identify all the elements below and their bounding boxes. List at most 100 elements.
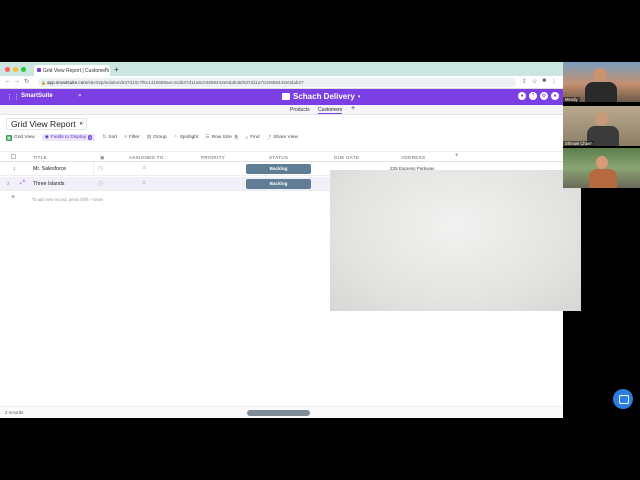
- forward-icon[interactable]: →: [14, 78, 20, 84]
- avatar[interactable]: ●: [551, 92, 559, 100]
- sort-icon: ⇅: [102, 135, 107, 140]
- help-icon[interactable]: ?: [529, 92, 537, 100]
- notifications-icon[interactable]: ●: [518, 92, 526, 100]
- find-button[interactable]: ⌕ Find: [246, 135, 260, 141]
- favicon-icon: [37, 68, 41, 72]
- column-address[interactable]: ADDRESS: [401, 155, 425, 160]
- browser-tab[interactable]: Grid View Report | Customers ×: [34, 65, 110, 76]
- group-button[interactable]: ▤ Group: [147, 135, 167, 140]
- brand-logo[interactable]: SmartSuite: [21, 93, 53, 99]
- column-due-date[interactable]: DUE DATE: [334, 155, 359, 160]
- spotlight-button[interactable]: ✧ Spotlight: [174, 135, 199, 140]
- spotlight-label: Spotlight: [179, 135, 199, 140]
- workspace-title[interactable]: Schach Delivery ▾: [282, 92, 360, 101]
- workspace-icon: [282, 93, 290, 100]
- tab-bar: Grid View Report | Customers × +: [0, 62, 563, 76]
- participant-name: Shmuel Chaim: [563, 141, 595, 146]
- status-badge[interactable]: Backlog: [246, 164, 311, 174]
- fields-label: Fields to Display: [50, 135, 87, 140]
- column-status[interactable]: STATUS: [269, 155, 288, 160]
- bookmark-star-icon[interactable]: ☆: [532, 78, 537, 85]
- column-priority[interactable]: PRIORITY: [201, 155, 225, 160]
- back-icon[interactable]: ←: [5, 78, 11, 84]
- share-view-label: Share View: [273, 135, 298, 140]
- status-badge[interactable]: Backlog: [246, 179, 311, 189]
- group-label: Group: [153, 135, 167, 140]
- row-size-button[interactable]: ☰ Row Size 5: [205, 135, 239, 140]
- row-number: 2: [7, 181, 10, 186]
- video-tile: [563, 148, 640, 188]
- eye-icon: ◉: [44, 135, 49, 140]
- group-icon: ▤: [146, 135, 152, 140]
- select-all-checkbox[interactable]: [11, 154, 16, 159]
- horizontal-scrollbar[interactable]: [247, 410, 310, 416]
- find-icon: ⌕: [245, 135, 249, 141]
- column-assigned-to[interactable]: ASSIGNED TO: [129, 155, 164, 160]
- share-icon[interactable]: ⇪: [522, 78, 527, 85]
- clock-icon: ◷: [98, 166, 104, 172]
- lock-icon: 🔒: [41, 80, 46, 85]
- sort-label: Sort: [108, 135, 118, 140]
- maximize-window-dot[interactable]: [21, 67, 26, 72]
- user-icon[interactable]: ♙: [142, 165, 146, 171]
- row-size-value: 5: [233, 135, 239, 140]
- share-view-button[interactable]: ⤴ Share View: [267, 134, 298, 141]
- video-tile: Shmuel Chaim: [563, 106, 640, 146]
- url-input[interactable]: 🔒 app.smartsuite.com/s5e32p/solution/637…: [38, 78, 516, 87]
- filter-icon: ≡: [124, 135, 127, 140]
- row-title[interactable]: Three Islands: [33, 181, 64, 187]
- row-size-label: Row Size: [211, 135, 232, 140]
- tab-products[interactable]: Products: [290, 107, 310, 113]
- row-title[interactable]: Mr. Salesforce: [33, 166, 66, 172]
- filter-button[interactable]: ≡ Filter: [124, 135, 139, 140]
- participant-face: [593, 68, 607, 82]
- grid-footer: 2 records: [0, 406, 563, 418]
- participant-body: [585, 82, 617, 102]
- add-column-button[interactable]: +: [455, 153, 459, 159]
- filter-label: Filter: [129, 135, 140, 140]
- workspace-name: Schach Delivery: [293, 92, 355, 101]
- reload-icon[interactable]: ↻: [24, 78, 29, 85]
- apps-grid-icon[interactable]: ⋮⋮: [6, 93, 20, 101]
- close-window-dot[interactable]: [5, 67, 10, 72]
- participant-face: [596, 156, 608, 169]
- row-size-icon: ☰: [205, 135, 210, 140]
- grid-view-icon: ▦: [6, 134, 12, 141]
- sort-button[interactable]: ⇅ Sort: [102, 135, 117, 140]
- share-icon: ⤴: [266, 136, 272, 141]
- spotlight-icon: ✧: [173, 135, 178, 140]
- search-icon[interactable]: ⌕: [78, 92, 82, 100]
- chat-support-button[interactable]: [613, 389, 633, 409]
- url-path: /s5e32p/solution/637d10c7f6c1410689aec4c…: [87, 80, 304, 85]
- new-tab-button[interactable]: +: [114, 65, 119, 74]
- fields-count-badge: 9: [88, 135, 93, 140]
- add-table-button[interactable]: +: [351, 105, 355, 112]
- record-count: 2 records: [5, 410, 24, 415]
- participant-face: [595, 111, 609, 126]
- settings-icon[interactable]: ⚙: [540, 92, 548, 100]
- column-title[interactable]: TITLE: [33, 155, 47, 160]
- add-record-hint: To add new record, press Shift + Enter: [32, 197, 104, 202]
- grid-header: TITLE ▣ ASSIGNED TO PRIORITY STATUS DUE …: [0, 151, 563, 162]
- tab-customers[interactable]: Customers: [318, 107, 343, 114]
- participant-name: Mendy: [563, 97, 580, 102]
- add-record-button[interactable]: +: [11, 194, 15, 201]
- video-tile: Mendy: [563, 62, 640, 102]
- extensions-icon[interactable]: ■: [542, 78, 546, 85]
- app-header: ⋮⋮ SmartSuite ⌕ Schach Delivery ▾ ● ? ⚙ …: [0, 89, 563, 105]
- minimize-window-dot[interactable]: [13, 67, 18, 72]
- tab-title: Grid View Report | Customers: [43, 68, 110, 74]
- find-label: Find: [250, 135, 260, 140]
- pin-icon[interactable]: ⚲: [80, 120, 84, 127]
- fields-to-display-button[interactable]: ◉ Fields to Display 9: [41, 134, 96, 141]
- grid-view-button[interactable]: ▦ Grid View: [6, 134, 35, 141]
- address-bar-row: ← → ↻ 🔒 app.smartsuite.com/s5e32p/soluti…: [0, 76, 563, 89]
- view-selector[interactable]: Grid View Report ▾: [6, 118, 88, 130]
- expand-record-icon[interactable]: ⤢: [20, 180, 25, 187]
- close-tab-icon[interactable]: ×: [104, 67, 108, 73]
- window-controls[interactable]: [5, 67, 26, 72]
- menu-dots-icon[interactable]: ⋮: [551, 78, 557, 85]
- clock-icon: ◷: [98, 181, 104, 187]
- blank-image-overlay: [330, 170, 581, 311]
- user-icon[interactable]: ♙: [142, 180, 146, 186]
